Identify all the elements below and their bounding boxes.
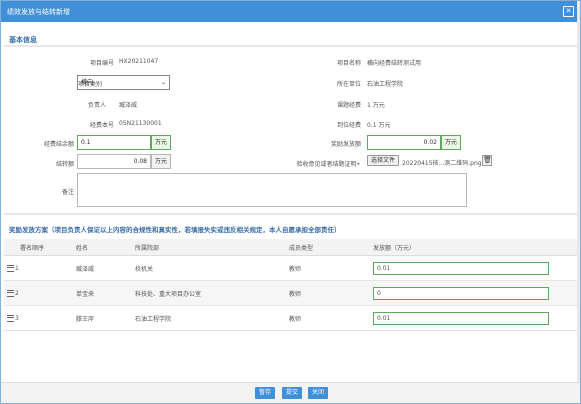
remark-textarea[interactable] [77, 173, 467, 207]
close-icon[interactable]: ✕ [563, 6, 574, 17]
amount-cell: 0.01 [370, 255, 577, 281]
amount-cell: 0.01 [370, 305, 577, 331]
topic-fund-label: 课题经费 [336, 102, 361, 109]
chevron-down-icon: ⌄ [160, 79, 166, 86]
unit-label: 所在单位 [336, 81, 361, 88]
type-cell: 教师 [286, 255, 370, 281]
section-basic-title: 基本信息 [9, 36, 37, 44]
arrived-fund: 0.1 万元 [367, 122, 391, 129]
project-type-value: 横向 [81, 79, 94, 86]
col-dept: 所属院部 [132, 239, 286, 256]
reward-input[interactable]: 0.02 [367, 135, 441, 150]
arrived-fund-label: 到位经费 [336, 122, 361, 129]
fund-book: 05N21130001 [119, 120, 162, 127]
unit: 石油工程学院 [367, 81, 404, 88]
table-header: 署名顺序 姓名 所属院部 成员类型 发放额（万元） [4, 239, 577, 256]
section-plan-title: 奖励发放方案（项目负责人保证以上内容的合规性和真实性，若填报失实或违反相关规定，… [9, 226, 341, 234]
leader: 臧泽威 [119, 102, 138, 109]
dialog: 绩效发放与结转新增 ✕ 基本信息 项目编号 HX20211047 项目名称 横向… [0, 0, 581, 404]
footer-bar: 暂存 提交 关闭 [1, 382, 580, 403]
name-cell: 单宝来 [73, 280, 132, 306]
topic-fund: 1 万元 [367, 102, 385, 109]
drag-handle-icon[interactable] [7, 264, 14, 272]
amount-cell: 0 [370, 280, 577, 306]
leader-label: 负责人 [87, 102, 106, 109]
title-bar: 绩效发放与结转新增 ✕ [1, 1, 580, 22]
project-name: 横向经费结转测试用 [367, 60, 422, 67]
remark-label: 备注 [61, 189, 74, 196]
col-name: 姓名 [73, 239, 132, 256]
table-row: 1 臧泽威 校机关 教师 0.01 [4, 255, 577, 281]
submit-button[interactable]: 提交 [282, 387, 302, 399]
col-type: 成员类型 [286, 239, 370, 256]
carry-input[interactable]: 0.08 [77, 154, 151, 169]
name-cell: 滕王岸 [73, 305, 132, 331]
choose-file-button[interactable]: 选择文件 [367, 155, 400, 166]
carry-unit: 万元 [151, 154, 171, 169]
col-amount: 发放额（万元） [370, 239, 577, 256]
reward-unit: 万元 [441, 135, 461, 150]
table-row: 3 滕王岸 石油工程学院 教师 0.01 [4, 305, 577, 331]
order-cell[interactable]: 3 [4, 305, 73, 331]
amount-input[interactable]: 0.01 [373, 261, 549, 275]
member-table: 署名顺序 姓名 所属院部 成员类型 发放额（万元） 1 臧泽威 校机关 教师 0… [4, 239, 577, 331]
project-name-label: 项目名称 [336, 60, 361, 67]
table-row: 2 单宝来 科技处、重大项目办公室 教师 0 [4, 280, 577, 306]
trash-icon[interactable]: 🗑 [482, 155, 492, 166]
reward-label: 奖励发放额 [330, 141, 361, 148]
project-no: HX20211047 [119, 58, 159, 65]
amount-input[interactable]: 0 [373, 286, 549, 300]
divider [4, 213, 577, 215]
close-button[interactable]: 关闭 [308, 387, 328, 399]
carry-label: 结转额 [55, 161, 74, 168]
balance-input[interactable]: 0.1 [77, 135, 151, 150]
dept-cell: 校机关 [132, 255, 286, 281]
dept-cell: 科技处、重大项目办公室 [132, 280, 286, 306]
name-cell: 臧泽威 [73, 255, 132, 281]
order-cell[interactable]: 2 [4, 280, 73, 306]
order-cell[interactable]: 1 [4, 255, 73, 281]
file-name[interactable]: 20220415核...测二维码.png [402, 158, 482, 167]
project-type-select[interactable]: 横向 ⌄ [77, 75, 170, 90]
dept-cell: 石油工程学院 [132, 305, 286, 331]
divider [4, 45, 577, 47]
type-cell: 教师 [286, 280, 370, 306]
amount-input[interactable]: 0.01 [373, 311, 549, 325]
scrollbar[interactable] [577, 1, 580, 403]
balance-label: 经费结余额 [43, 141, 74, 148]
dialog-title: 绩效发放与结转新增 [7, 8, 70, 16]
drag-handle-icon[interactable] [7, 314, 14, 322]
col-order: 署名顺序 [4, 239, 73, 256]
drag-handle-icon[interactable] [7, 289, 14, 297]
fund-book-label: 经费本号 [89, 122, 114, 129]
project-no-label: 项目编号 [89, 60, 114, 67]
type-cell: 教师 [286, 305, 370, 331]
save-draft-button[interactable]: 暂存 [255, 387, 275, 399]
balance-unit: 万元 [151, 135, 171, 150]
acceptance-label: 验收意见或者结题证明• [296, 161, 360, 168]
